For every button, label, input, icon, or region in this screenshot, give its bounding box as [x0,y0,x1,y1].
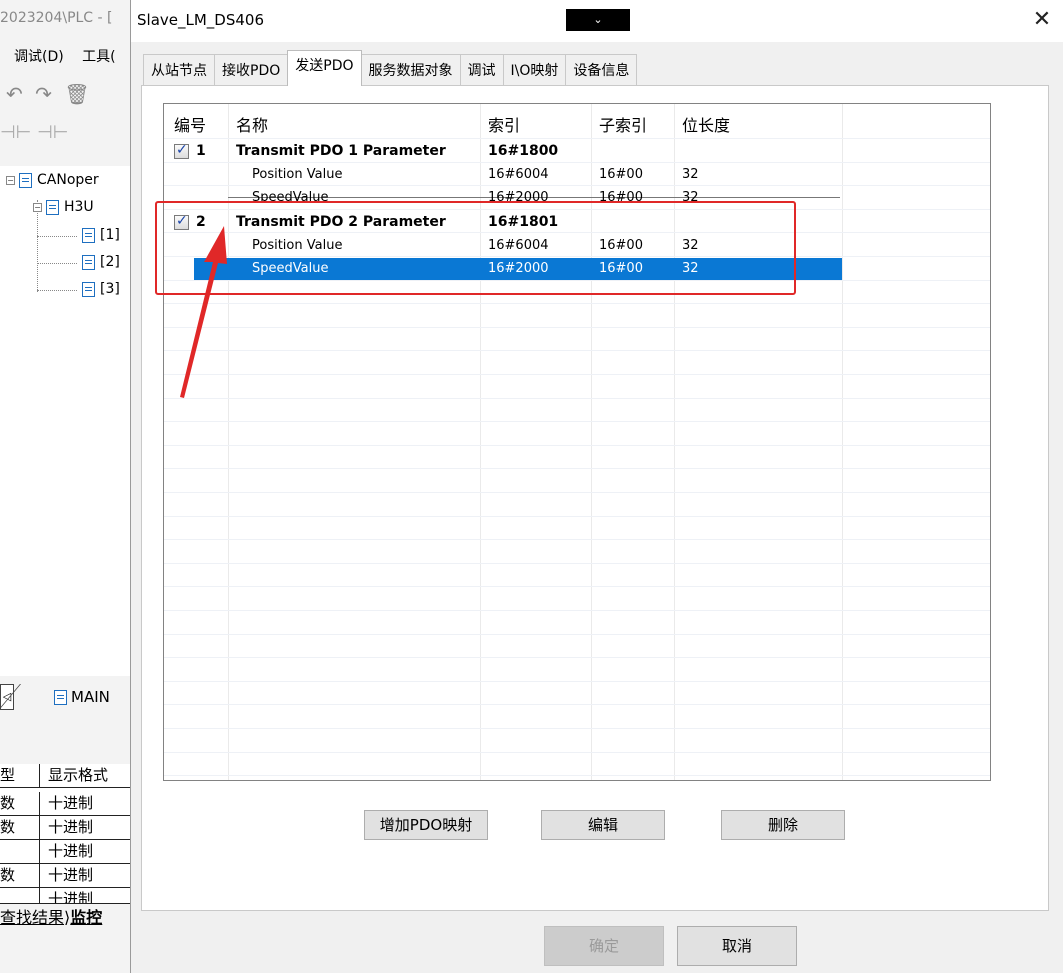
table-row-name[interactable]: Transmit PDO 1 Parameter [236,143,446,159]
collapse-icon[interactable]: − [33,202,42,212]
pdo2-checkbox[interactable] [174,213,189,230]
pdo1-checkbox[interactable] [174,142,189,159]
pdo-table[interactable]: 编号 名称 索引 子索引 位长度 1 Transmit PDO 1 Parame… [163,103,991,781]
undo-icon[interactable]: ↶ [6,82,23,106]
chevron-down-icon[interactable]: ⌄ [566,9,630,31]
grid-row[interactable]: 十进制 [0,840,130,864]
tree-node-canopen[interactable]: − CANoper [6,172,99,188]
ide-title: 2023204\PLC - [ [0,10,113,26]
grid-row[interactable]: 数 十进制 [0,864,130,888]
table-row-no: 1 [196,143,206,159]
background-ide-window: 2023204\PLC - [ 调试(D) 工具( ↶ ↷ 🗑 ⊣⊢ ⊣⊢ − … [0,0,130,973]
add-pdo-mapping-button[interactable]: 增加PDO映射 [364,810,488,840]
table-row-no: 2 [196,214,206,230]
table-row-index: 16#6004 [488,238,549,253]
document-icon [46,199,59,215]
document-icon [82,281,95,297]
table-row-name[interactable]: Position Value [252,167,342,182]
grid-row[interactable]: 十进制 [0,888,130,904]
ok-button[interactable]: 确定 [544,926,664,966]
close-icon[interactable]: ✕ [1030,8,1054,32]
redo-icon[interactable]: ↷ [35,82,52,106]
dialog-title: Slave_LM_DS406 [137,11,264,29]
tree-node-leaf-1[interactable]: [1] [82,227,120,243]
dialog-tabs: 从站节点 接收PDO 发送PDO 服务数据对象 调试 I\O映射 设备信息 [143,50,638,86]
ladder-toolbar: ⊣⊢ ⊣⊢ [0,122,68,143]
table-row-subindex: 16#00 [599,261,643,276]
table-row-name[interactable]: SpeedValue [252,261,328,276]
col-header-name[interactable]: 名称 [236,112,268,136]
table-row-index: 16#2000 [488,261,549,276]
tree-node-leaf-3[interactable]: [3] [82,281,120,297]
col-header-subindex[interactable]: 子索引 [599,112,647,136]
tab-io-mapping[interactable]: I\O映射 [502,54,567,86]
table-row-name[interactable]: SpeedValue [252,190,328,203]
table-row-index: 16#1800 [488,143,559,159]
table-row-index: 16#6004 [488,167,549,182]
col-header-index[interactable]: 索引 [488,112,520,136]
table-row-subindex: 16#00 [599,190,643,203]
delete-icon[interactable]: 🗑 [64,82,89,106]
ladder-coil-icon[interactable]: ⊣⊢ [37,122,68,143]
document-icon [82,254,95,270]
table-row-index: 16#1801 [488,214,559,230]
table-row-length: 32 [682,190,699,203]
grid-header: 型 显示格式 [0,764,130,788]
tree-node-h3u[interactable]: − H3U [33,199,94,215]
tab-slave-node[interactable]: 从站节点 [143,54,215,86]
bottom-tabs: 查找结果⟩监控 [0,904,130,930]
editor-tabs: ◁ MAIN [0,684,130,712]
table-row-subindex: 16#00 [599,238,643,253]
project-tree: − CANoper − H3U [1] [2] [3] [0,166,130,676]
ide-menubar: 调试(D) 工具( [0,46,116,66]
ladder-contact-icon[interactable]: ⊣⊢ [0,122,31,143]
table-row-name[interactable]: Position Value [252,238,342,253]
tab-receive-pdo[interactable]: 接收PDO [214,54,289,86]
dialog-titlebar: Slave_LM_DS406 ⌄ ✕ [131,0,1063,42]
menu-tools[interactable]: 工具( [82,49,115,65]
col-header-no[interactable]: 编号 [174,112,206,136]
table-row-subindex: 16#00 [599,167,643,182]
collapse-icon[interactable]: − [6,175,15,185]
cancel-button[interactable]: 取消 [677,926,797,966]
table-row-name[interactable]: Transmit PDO 2 Parameter [236,214,446,230]
program-icon [54,689,67,705]
grid-row[interactable]: 数 十进制 [0,816,130,840]
tab-main[interactable]: MAIN [54,688,110,706]
tab-device-info[interactable]: 设备信息 [565,54,638,86]
tab-sdo[interactable]: 服务数据对象 [360,54,461,86]
table-row-length: 32 [682,261,699,276]
table-row-index: 16#2000 [488,190,549,203]
grid-row[interactable]: 数 十进制 [0,792,130,816]
ide-toolbar: ↶ ↷ 🗑 [0,82,130,112]
tab-transmit-pdo[interactable]: 发送PDO [287,50,362,86]
table-row-length: 32 [682,238,699,253]
tab-debug[interactable]: 调试 [459,54,504,86]
monitor-grid: 型 显示格式 数 十进制 数 十进制 十进制 数 十进制 十进制 [0,764,130,904]
menu-debug[interactable]: 调试(D) [14,49,64,65]
edit-button[interactable]: 编辑 [541,810,665,840]
tab-find-results[interactable]: 查找结果 [0,908,64,927]
col-header-bit-length[interactable]: 位长度 [682,112,730,136]
table-row-length: 32 [682,167,699,182]
delete-button[interactable]: 删除 [721,810,845,840]
tab-panel-transmit-pdo: 编号 名称 索引 子索引 位长度 1 Transmit PDO 1 Parame… [141,85,1049,911]
pdo-config-dialog: Slave_LM_DS406 ⌄ ✕ 从站节点 接收PDO 发送PDO 服务数据… [130,0,1063,973]
tab-monitor[interactable]: 监控 [70,908,102,927]
document-icon [19,172,32,188]
document-icon [82,227,95,243]
tree-node-leaf-2[interactable]: [2] [82,254,120,270]
